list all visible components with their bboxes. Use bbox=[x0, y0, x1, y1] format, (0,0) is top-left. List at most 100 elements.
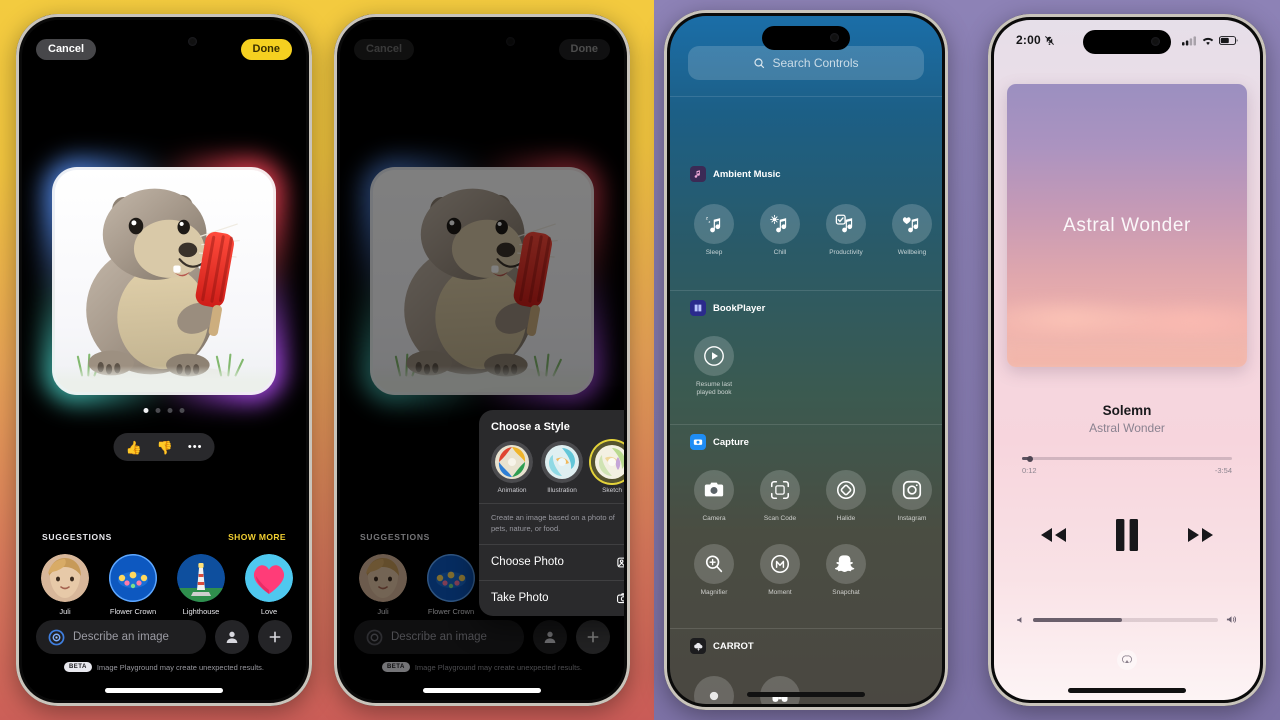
pause-icon[interactable] bbox=[1114, 518, 1140, 552]
control-chill[interactable]: Chill bbox=[752, 204, 808, 257]
artwork-horizon-layer bbox=[1007, 338, 1247, 367]
style-options-row: Animation Illustration Sketch bbox=[479, 441, 624, 503]
control-moment[interactable]: Moment bbox=[752, 544, 808, 597]
control-label: Productivity bbox=[829, 249, 863, 256]
control-carrot-1[interactable] bbox=[686, 676, 742, 704]
style-option-sketch[interactable]: Sketch bbox=[591, 441, 624, 494]
control-label: Sleep bbox=[705, 249, 723, 256]
music-note-icon bbox=[694, 170, 700, 178]
forward-icon[interactable] bbox=[1186, 524, 1216, 546]
home-indicator[interactable] bbox=[1068, 688, 1186, 693]
home-indicator[interactable] bbox=[105, 688, 223, 693]
describe-image-input[interactable]: Describe an image bbox=[36, 620, 206, 654]
control-halide-bubble bbox=[826, 470, 866, 510]
suggestion-avatar-lighthouse bbox=[177, 554, 225, 602]
suggestion-item-juli[interactable]: Juli bbox=[36, 554, 94, 616]
take-photo-menu-item[interactable]: Take Photo bbox=[479, 581, 624, 616]
style-label: Illustration bbox=[547, 487, 577, 494]
page-dot-2[interactable] bbox=[155, 408, 161, 413]
scrubber-knob[interactable] bbox=[1027, 455, 1034, 462]
suggestion-avatar-flower-crown bbox=[109, 554, 157, 602]
track-metadata: Solemn Astral Wonder bbox=[994, 403, 1260, 435]
halide-icon bbox=[836, 480, 856, 500]
control-resume-last-played-book[interactable]: Resume last played book bbox=[686, 336, 742, 398]
control-snapchat-bubble bbox=[826, 544, 866, 584]
control-magnifier[interactable]: Magnifier bbox=[686, 544, 742, 597]
suggestion-item-lighthouse[interactable]: Lighthouse bbox=[172, 554, 230, 616]
control-halide[interactable]: Halide bbox=[818, 470, 874, 523]
scrubber-track[interactable] bbox=[1022, 455, 1232, 462]
status-time-group: 2:00 bbox=[1016, 33, 1055, 47]
group-title: Capture bbox=[713, 436, 749, 448]
control-camera[interactable]: Camera bbox=[686, 470, 742, 523]
controls-row-capture-2: Magnifier Moment Snapchat bbox=[686, 544, 932, 597]
more-options-icon[interactable]: ••• bbox=[188, 441, 203, 453]
page-dot-4[interactable] bbox=[179, 408, 185, 413]
volume-fill bbox=[1033, 617, 1122, 622]
add-button[interactable] bbox=[258, 620, 292, 654]
popup-description: Create an image based on a photo of pets… bbox=[491, 513, 615, 533]
control-carrot-2[interactable] bbox=[752, 676, 808, 704]
suggestion-label: Love bbox=[260, 607, 278, 616]
show-more-button[interactable]: SHOW MORE bbox=[228, 532, 286, 542]
suggestion-item-flower-crown[interactable]: Flower Crown bbox=[104, 554, 162, 616]
beta-footnote: BETA Image Playground may create unexpec… bbox=[22, 662, 306, 672]
dynamic-island bbox=[762, 26, 850, 50]
phone-1-screen: Cancel Done 👍 👎 ••• SUGGESTIONS SHOW MOR… bbox=[22, 20, 306, 700]
group-header-bookplayer: BookPlayer bbox=[690, 300, 765, 316]
control-sleep[interactable]: z z Sleep bbox=[686, 204, 742, 257]
search-controls-input[interactable]: Search Controls bbox=[688, 46, 924, 80]
carrot-app-icon bbox=[690, 638, 706, 654]
style-option-animation[interactable]: Animation bbox=[491, 441, 533, 494]
popup-title: Choose a Style bbox=[491, 421, 570, 433]
airplay-button[interactable] bbox=[1117, 650, 1137, 670]
control-scan-code-bubble bbox=[760, 470, 800, 510]
rewind-icon[interactable] bbox=[1038, 524, 1068, 546]
heart-icon bbox=[245, 554, 293, 602]
style-label: Sketch bbox=[602, 487, 622, 494]
generated-image-container[interactable] bbox=[41, 156, 287, 406]
feedback-pill: 👍 👎 ••• bbox=[113, 433, 215, 461]
control-magnifier-bubble bbox=[694, 544, 734, 584]
volume-min-icon bbox=[1017, 616, 1022, 623]
bookplayer-app-icon bbox=[690, 300, 706, 316]
volume-max-icon bbox=[1226, 616, 1237, 623]
suggestion-item-love[interactable]: Love bbox=[240, 554, 298, 616]
thumbs-up-icon[interactable]: 👍 bbox=[126, 441, 142, 454]
generated-image[interactable] bbox=[55, 170, 273, 392]
done-button[interactable]: Done bbox=[240, 38, 292, 60]
volume-slider[interactable] bbox=[1016, 614, 1238, 625]
page-dot-1[interactable] bbox=[143, 408, 149, 413]
suggestion-label: Juli bbox=[59, 607, 71, 616]
status-indicators bbox=[1182, 35, 1238, 46]
sketch-swirl-icon bbox=[591, 441, 624, 483]
lighthouse-icon bbox=[177, 554, 225, 602]
playback-scrubber[interactable]: 0:12 -3:54 bbox=[1022, 455, 1232, 475]
home-indicator[interactable] bbox=[747, 692, 865, 697]
group-header-ambient-music: Ambient Music bbox=[690, 166, 781, 182]
control-productivity[interactable]: Productivity bbox=[818, 204, 874, 257]
group-title: CARROT bbox=[713, 640, 754, 652]
plus-icon bbox=[269, 631, 281, 643]
style-option-illustration[interactable]: Illustration bbox=[541, 441, 583, 494]
cancel-button[interactable]: Cancel bbox=[36, 38, 97, 60]
phone-2-screen: Cancel Done bbox=[340, 20, 624, 700]
person-button[interactable] bbox=[215, 620, 249, 654]
control-snapchat[interactable]: Snapchat bbox=[818, 544, 874, 597]
control-instagram[interactable]: Instagram bbox=[884, 470, 940, 523]
cloud-bolt-icon bbox=[693, 642, 702, 652]
album-artwork[interactable]: Astral Wonder bbox=[1007, 84, 1247, 367]
control-scan-code[interactable]: Scan Code bbox=[752, 470, 808, 523]
thumbs-down-icon[interactable]: 👎 bbox=[157, 441, 173, 454]
control-wellbeing[interactable]: Wellbeing bbox=[884, 204, 940, 257]
suggestions-row[interactable]: Juli Flower Crown bbox=[36, 554, 298, 616]
suggestions-label: SUGGESTIONS bbox=[42, 532, 113, 542]
page-dot-3[interactable] bbox=[167, 408, 173, 413]
image-page-dots[interactable] bbox=[143, 408, 185, 413]
controls-row-bookplayer: Resume last played book bbox=[686, 336, 932, 398]
volume-track[interactable] bbox=[1033, 617, 1218, 622]
prompt-input-bar: Describe an image bbox=[36, 620, 292, 654]
phone-4-music-player: 2:00 Astral Wonder Solemn Astral Wonder … bbox=[988, 14, 1266, 706]
choose-photo-menu-item[interactable]: Choose Photo bbox=[479, 545, 624, 580]
home-indicator[interactable] bbox=[423, 688, 541, 693]
